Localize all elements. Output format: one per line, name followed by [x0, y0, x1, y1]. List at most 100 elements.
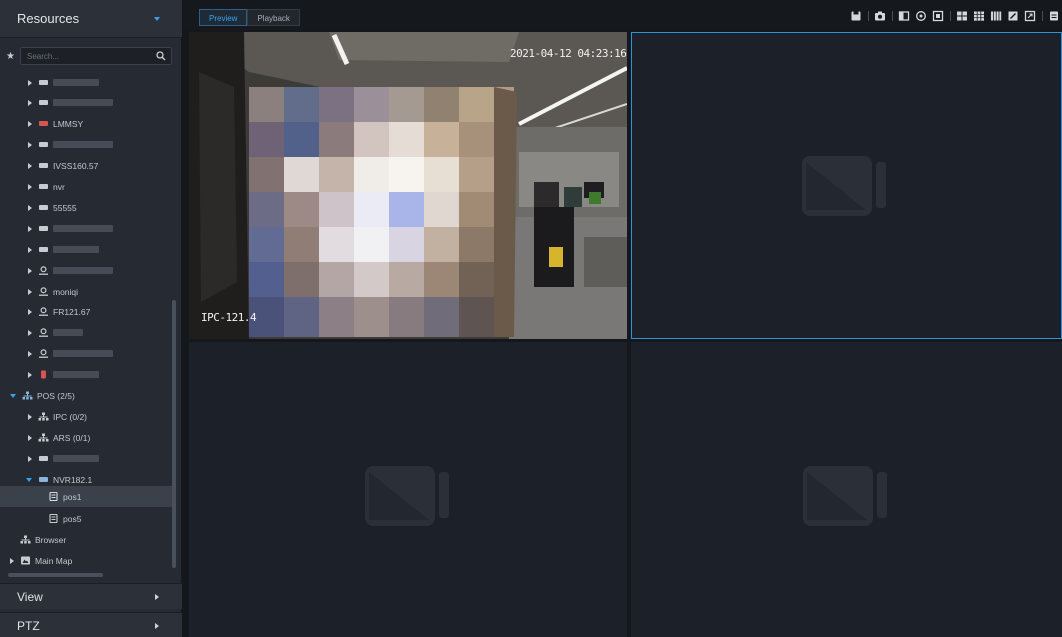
layout-9-icon[interactable] [973, 10, 985, 22]
tree-item-nvr[interactable]: nvr [0, 176, 172, 197]
expand-arrow-icon[interactable] [28, 225, 32, 232]
event-list-icon[interactable] [1048, 10, 1060, 22]
face-device-icon [39, 307, 48, 316]
tree-item-device[interactable] [0, 448, 172, 469]
expand-arrow-icon[interactable] [28, 204, 32, 211]
collapse-arrow-icon[interactable] [26, 477, 32, 482]
expand-arrow-icon[interactable] [28, 308, 32, 315]
expand-arrow-icon[interactable] [28, 455, 32, 462]
redacted-name [53, 246, 99, 253]
toolbar-divider [950, 11, 951, 21]
tree-item-device[interactable] [0, 364, 172, 385]
fullscreen-icon[interactable] [1024, 10, 1036, 22]
single-window-icon[interactable] [932, 10, 944, 22]
expand-arrow-icon[interactable] [10, 557, 14, 564]
tree-item-device[interactable] [0, 343, 172, 364]
tree-item-fr[interactable]: FR121.67 [0, 301, 172, 322]
favorites-star-icon[interactable]: ★ [6, 51, 20, 62]
snapshot-icon[interactable] [874, 10, 886, 22]
expand-arrow-icon[interactable] [28, 434, 32, 441]
search-input[interactable] [21, 48, 146, 64]
expand-arrow-icon[interactable] [28, 329, 32, 336]
expand-caret-icon[interactable] [155, 622, 159, 629]
tree-item-device[interactable] [0, 239, 172, 260]
osd-timestamp: 2021-04-12 04:23:16 [510, 47, 627, 60]
search-box [20, 47, 172, 65]
tree-item-ipc[interactable]: IPC (0/2) [0, 406, 172, 427]
device-tree: LMMSY IVSS160.57 nvr 55555 moniqi FR121.… [0, 72, 172, 578]
tree-item-device[interactable] [0, 92, 172, 113]
nvr-device-icon [39, 184, 48, 189]
tree-item-device[interactable] [0, 134, 172, 155]
resources-header[interactable]: Resources [0, 0, 182, 38]
tab-playback[interactable]: Playback [247, 9, 300, 26]
no-video-camera-icon [365, 466, 449, 526]
split-window-icon[interactable] [898, 10, 910, 22]
custom-layout-icon[interactable] [1007, 10, 1019, 22]
resource-sidebar: Resources ★ LMMSY [0, 0, 182, 637]
nvr-device-icon [39, 100, 48, 105]
expand-arrow-icon[interactable] [28, 99, 32, 106]
expand-arrow-icon[interactable] [28, 350, 32, 357]
ptz-section-header[interactable]: PTZ [0, 612, 182, 637]
search-icon[interactable] [156, 51, 166, 61]
nvr-device-icon [39, 456, 48, 461]
layout-16-icon[interactable] [990, 10, 1002, 22]
video-window-3[interactable] [189, 342, 627, 637]
organization-icon [22, 391, 33, 400]
tree-item-moniqi[interactable]: moniqi [0, 281, 172, 302]
tree-item-55555[interactable]: 55555 [0, 197, 172, 218]
access-device-icon [41, 370, 46, 379]
expand-arrow-icon[interactable] [28, 371, 32, 378]
expand-arrow-icon[interactable] [28, 246, 32, 253]
tree-item-label: 55555 [53, 202, 77, 213]
tree-item-label: nvr [53, 181, 65, 192]
face-device-icon [39, 266, 48, 275]
tree-item-label: LMMSY [53, 118, 84, 129]
organization-icon [38, 433, 49, 442]
tree-item-device[interactable] [0, 218, 172, 239]
search-row: ★ [0, 46, 182, 66]
tree-item-device[interactable] [0, 72, 172, 93]
collapse-caret-icon[interactable] [154, 16, 160, 21]
tree-item-ars[interactable]: ARS (0/1) [0, 427, 172, 448]
layout-4-icon[interactable] [956, 10, 968, 22]
tree-horizontal-scrollbar[interactable] [8, 573, 103, 577]
video-window-4[interactable] [631, 342, 1062, 637]
tree-item-pos-group[interactable]: POS (2/5) [0, 385, 172, 406]
expand-caret-icon[interactable] [155, 593, 159, 600]
collapse-arrow-icon[interactable] [10, 393, 16, 398]
tree-item-label: FR121.67 [53, 306, 91, 317]
tree-item-label: ARS (0/1) [53, 432, 91, 443]
save-view-icon[interactable] [850, 10, 862, 22]
expand-arrow-icon[interactable] [28, 267, 32, 274]
expand-arrow-icon[interactable] [28, 79, 32, 86]
expand-arrow-icon[interactable] [28, 183, 32, 190]
tree-item-browser[interactable]: Browser [0, 529, 172, 550]
tree-item-ivss[interactable]: IVSS160.57 [0, 155, 172, 176]
tree-item-pos1[interactable]: pos1 [0, 486, 172, 507]
tree-item-device[interactable] [0, 322, 172, 343]
tree-item-label: IPC (0/2) [53, 411, 88, 422]
resources-title: Resources [17, 11, 80, 26]
video-wall: 2021-04-12 04:23:16 IPC-121.4 [189, 32, 1062, 637]
tree-item-pos5[interactable]: pos5 [0, 508, 172, 529]
tree-item-device[interactable] [0, 260, 172, 281]
expand-arrow-icon[interactable] [28, 120, 32, 127]
tree-item-lmmsy[interactable]: LMMSY [0, 113, 172, 134]
nvr-device-icon [39, 477, 48, 482]
tab-preview[interactable]: Preview [199, 9, 248, 26]
organization-icon [38, 412, 49, 421]
expand-arrow-icon[interactable] [28, 413, 32, 420]
tree-vertical-scrollbar[interactable] [172, 300, 176, 568]
video-window-2[interactable] [631, 32, 1062, 339]
expand-arrow-icon[interactable] [28, 162, 32, 169]
expand-arrow-icon[interactable] [28, 141, 32, 148]
nvr-device-icon [39, 205, 48, 210]
fisheye-icon[interactable] [915, 10, 927, 22]
expand-arrow-icon[interactable] [28, 288, 32, 295]
view-section-header[interactable]: View [0, 583, 182, 609]
no-video-camera-icon [802, 156, 886, 216]
tree-item-main-map[interactable]: Main Map [0, 550, 172, 571]
video-window-1[interactable]: 2021-04-12 04:23:16 IPC-121.4 [189, 32, 627, 339]
